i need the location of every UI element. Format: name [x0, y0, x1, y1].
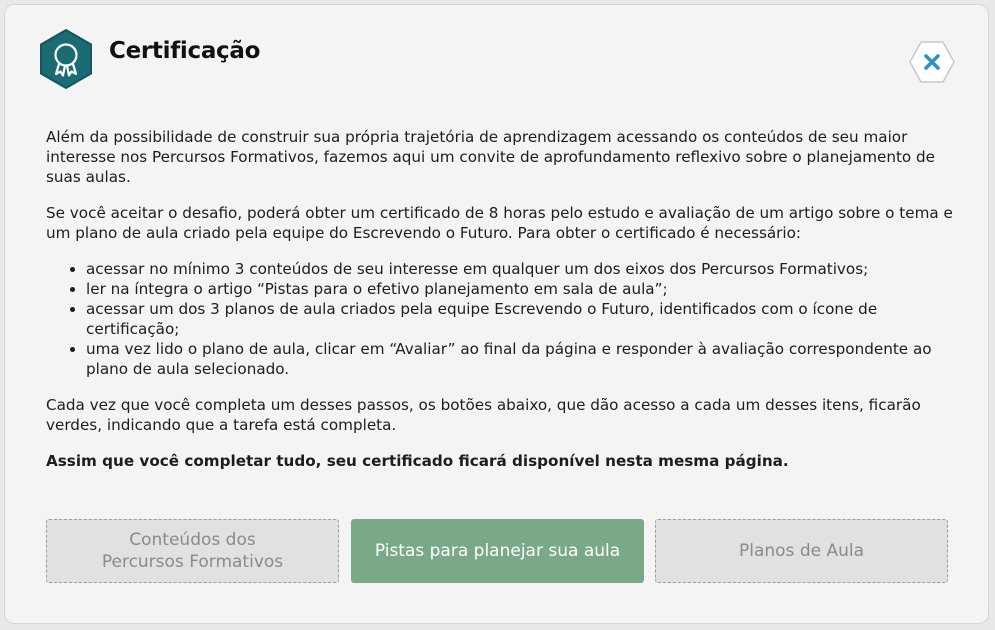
progress-paragraph: Cada vez que você completa um desses pas… [46, 396, 921, 434]
percursos-formativos-label: Conteúdos dos Percursos Formativos [101, 530, 284, 572]
closing-note: Assim que você completar tudo, seu certi… [46, 452, 789, 470]
close-icon [909, 41, 955, 83]
challenge-paragraph: Se você aceitar o desafio, poderá obter … [46, 204, 953, 242]
close-button[interactable] [907, 38, 957, 86]
requirement-item: acessar um dos 3 planos de aula criados … [86, 299, 961, 339]
modal-title: Certificação [109, 38, 261, 64]
planos-de-aula-label: Planos de Aula [738, 541, 865, 561]
pistas-planejar-label: Pistas para planejar sua aula [374, 541, 621, 561]
requirements-list: acessar no mínimo 3 conteúdos de seu int… [46, 259, 961, 379]
pistas-planejar-button[interactable]: Pistas para planejar sua aula [351, 519, 644, 583]
planos-de-aula-button[interactable]: Planos de Aula [655, 519, 948, 583]
requirement-item: acessar no mínimo 3 conteúdos de seu int… [86, 259, 961, 279]
certification-modal: Certificação Além da possibilidade de co… [4, 4, 989, 624]
intro-paragraph: Além da possibilidade de construir sua p… [46, 128, 936, 186]
requirement-item: uma vez lido o plano de aula, clicar em … [86, 339, 961, 379]
certificate-badge-icon [35, 28, 97, 90]
modal-body: Além da possibilidade de construir sua p… [46, 127, 961, 487]
percursos-formativos-button[interactable]: Conteúdos dos Percursos Formativos [46, 519, 339, 583]
requirement-item: ler na íntegra o artigo “Pistas para o e… [86, 279, 961, 299]
